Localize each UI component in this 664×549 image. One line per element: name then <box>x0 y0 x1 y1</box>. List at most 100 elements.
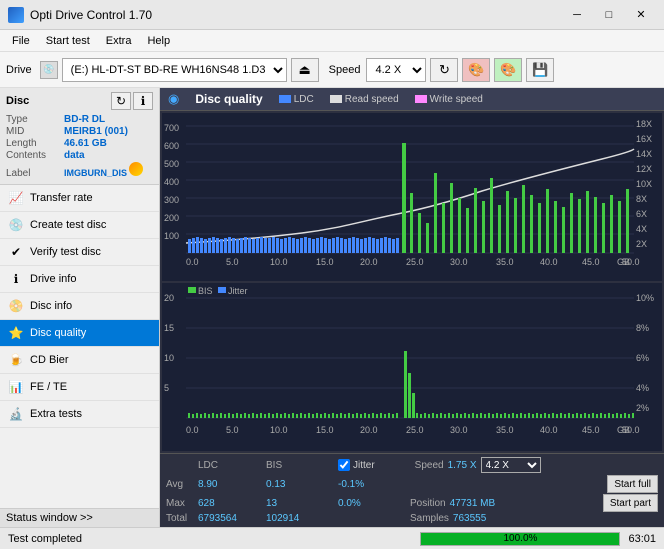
legend-ldc-label: LDC <box>294 94 314 105</box>
speed-dropdown[interactable]: 4.2 X <box>481 457 541 473</box>
disc-label-val: IMGBURN_DIS <box>64 168 127 178</box>
legend-write-speed-color <box>415 95 427 103</box>
legend-ldc-color <box>279 95 291 103</box>
menu-file[interactable]: File <box>4 33 38 49</box>
stats-total-bis: 102914 <box>266 513 322 524</box>
start-full-button[interactable]: Start full <box>607 475 658 493</box>
disc-refresh-button[interactable]: ↻ <box>111 92 131 110</box>
svg-text:2%: 2% <box>636 403 649 413</box>
start-part-wrap: Start part <box>603 494 658 512</box>
color-button-1[interactable]: 🎨 <box>462 58 490 82</box>
svg-text:40.0: 40.0 <box>540 257 558 267</box>
chart1-wrapper: 700 600 500 400 300 200 100 18X 16X 14X … <box>162 113 662 281</box>
window-controls: ─ □ ✕ <box>562 5 656 25</box>
disc-contents-val: data <box>64 150 85 161</box>
start-part-button[interactable]: Start part <box>603 494 658 512</box>
drive-select[interactable]: (E:) HL-DT-ST BD-RE WH16NS48 1.D3 <box>62 58 287 82</box>
stats-speed-val: 1.75 X <box>448 460 477 471</box>
nav-create-test-disc[interactable]: 💿 Create test disc <box>0 212 159 239</box>
nav-create-test-disc-label: Create test disc <box>30 219 106 231</box>
menu-extra[interactable]: Extra <box>98 33 140 49</box>
svg-text:GB: GB <box>617 425 630 435</box>
svg-text:14X: 14X <box>636 149 652 159</box>
stats-max-row: Max 628 13 0.0% Position 47731 MB Start … <box>166 494 658 512</box>
svg-text:35.0: 35.0 <box>496 257 514 267</box>
color-button-2[interactable]: 🎨 <box>494 58 522 82</box>
nav-transfer-rate-label: Transfer rate <box>30 192 93 204</box>
menu-start-test[interactable]: Start test <box>38 33 98 49</box>
nav-disc-quality[interactable]: ⭐ Disc quality <box>0 320 159 347</box>
legend-ldc: LDC <box>279 94 314 105</box>
nav-verify-test-disc[interactable]: ✔ Verify test disc <box>0 239 159 266</box>
position-val: 47731 MB <box>450 498 496 509</box>
refresh-button[interactable]: ↻ <box>430 58 458 82</box>
nav-extra-tests[interactable]: 🔬 Extra tests <box>0 401 159 428</box>
maximize-button[interactable]: □ <box>594 5 624 25</box>
nav-cd-bier[interactable]: 🍺 CD Bier <box>0 347 159 374</box>
disc-length-key: Length <box>6 138 64 149</box>
app-title: Opti Drive Control 1.70 <box>30 8 562 22</box>
svg-text:4%: 4% <box>636 383 649 393</box>
save-button[interactable]: 💾 <box>526 58 554 82</box>
svg-text:35.0: 35.0 <box>496 425 514 435</box>
dq-header-icon: ◉ <box>168 91 179 107</box>
svg-text:BIS: BIS <box>198 286 213 296</box>
stats-avg-row: Avg 8.90 0.13 -0.1% Start full <box>166 475 658 493</box>
disc-contents-row: Contents data <box>6 150 153 161</box>
main-layout: Disc ↻ ℹ Type BD-R DL MID MEIRB1 (001) L… <box>0 88 664 527</box>
disc-contents-key: Contents <box>6 150 64 161</box>
sidebar: Disc ↻ ℹ Type BD-R DL MID MEIRB1 (001) L… <box>0 88 160 527</box>
svg-text:25.0: 25.0 <box>406 425 424 435</box>
minimize-button[interactable]: ─ <box>562 5 592 25</box>
stats-header-ldc: LDC <box>198 460 266 471</box>
svg-text:GB: GB <box>617 257 630 267</box>
menu-help[interactable]: Help <box>139 33 178 49</box>
nav-fe-te[interactable]: 📊 FE / TE <box>0 374 159 401</box>
legend-read-speed-label: Read speed <box>345 94 399 105</box>
content-area: ◉ Disc quality LDC Read speed Write spee… <box>160 88 664 527</box>
legend-read-speed: Read speed <box>330 94 399 105</box>
drive-icon: 💿 <box>40 61 58 79</box>
progress-bar: 100.0% <box>420 532 620 546</box>
stats-max-label: Max <box>166 498 198 509</box>
transfer-rate-icon: 📈 <box>8 190 24 206</box>
status-window-button[interactable]: Status window >> <box>0 508 159 527</box>
samples-label: Samples <box>410 513 449 524</box>
disc-type-key: Type <box>6 114 64 125</box>
nav-transfer-rate[interactable]: 📈 Transfer rate <box>0 185 159 212</box>
disc-panel: Disc ↻ ℹ Type BD-R DL MID MEIRB1 (001) L… <box>0 88 159 185</box>
speed-select[interactable]: 4.2 X <box>366 58 426 82</box>
disc-label-key: Label <box>6 168 64 179</box>
nav-disc-info[interactable]: 📀 Disc info <box>0 293 159 320</box>
nav-drive-info-label: Drive info <box>30 273 76 285</box>
status-text: Test completed <box>8 533 412 545</box>
svg-text:5.0: 5.0 <box>226 425 239 435</box>
legend-write-speed-label: Write speed <box>430 94 483 105</box>
stats-avg-bis: 0.13 <box>266 479 322 490</box>
svg-text:0.0: 0.0 <box>186 257 199 267</box>
create-test-disc-icon: 💿 <box>8 217 24 233</box>
progress-percent: 100.0% <box>504 533 538 544</box>
legend-write-speed: Write speed <box>415 94 483 105</box>
svg-text:15.0: 15.0 <box>316 257 334 267</box>
stats-max-jitter: 0.0% <box>338 498 410 509</box>
svg-text:6%: 6% <box>636 353 649 363</box>
jitter-checkbox[interactable] <box>338 459 350 471</box>
close-button[interactable]: ✕ <box>626 5 656 25</box>
toolbar: Drive 💿 (E:) HL-DT-ST BD-RE WH16NS48 1.D… <box>0 52 664 88</box>
disc-mid-val: MEIRB1 (001) <box>64 126 128 137</box>
disc-mid-key: MID <box>6 126 64 137</box>
svg-text:18X: 18X <box>636 119 652 129</box>
legend-read-speed-color <box>330 95 342 103</box>
bottom-status-bar: Test completed 100.0% 63:01 <box>0 527 664 549</box>
svg-text:8X: 8X <box>636 194 647 204</box>
svg-text:4X: 4X <box>636 224 647 234</box>
disc-quality-icon: ⭐ <box>8 325 24 341</box>
disc-info-button[interactable]: ℹ <box>133 92 153 110</box>
cd-bier-icon: 🍺 <box>8 352 24 368</box>
svg-text:5.0: 5.0 <box>226 257 239 267</box>
eject-button[interactable]: ⏏ <box>291 58 319 82</box>
nav-drive-info[interactable]: ℹ Drive info <box>0 266 159 293</box>
svg-text:8%: 8% <box>636 323 649 333</box>
svg-text:10.0: 10.0 <box>270 425 288 435</box>
